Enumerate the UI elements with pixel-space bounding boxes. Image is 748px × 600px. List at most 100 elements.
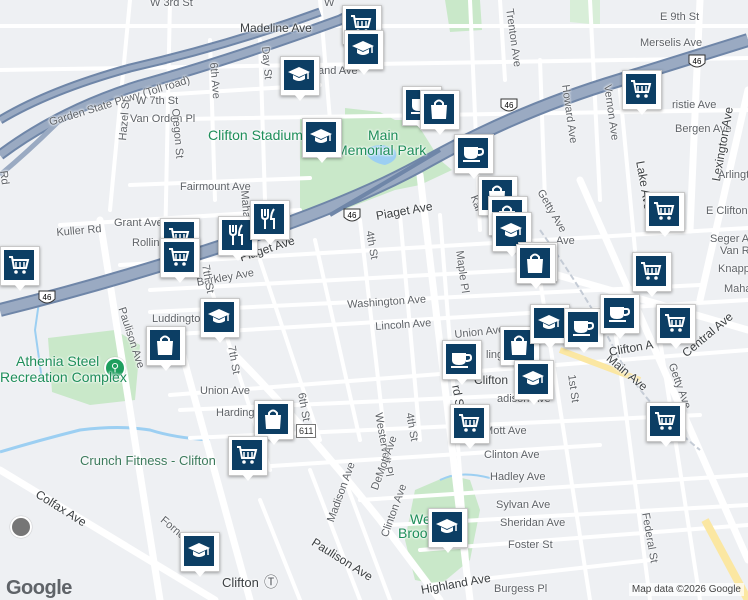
- coffee-marker[interactable]: [454, 134, 494, 180]
- cart-marker[interactable]: [622, 70, 662, 116]
- bag-marker[interactable]: [516, 244, 556, 290]
- cart-marker[interactable]: [0, 246, 40, 292]
- school-icon: [518, 364, 548, 394]
- street-label: Knapp: [718, 263, 748, 275]
- coffee-marker[interactable]: [564, 308, 604, 354]
- bag-marker[interactable]: [146, 326, 186, 372]
- svg-text:46: 46: [693, 57, 702, 66]
- street-label: 6th Ave: [207, 61, 223, 100]
- google-logo: Google: [6, 577, 72, 599]
- route-46-shield: 46: [38, 290, 56, 306]
- svg-text:46: 46: [348, 211, 357, 220]
- street-label: Van Orden Pl: [130, 113, 196, 125]
- cart-marker[interactable]: [450, 404, 490, 450]
- bag-icon: [424, 94, 454, 124]
- cart-marker[interactable]: [160, 238, 200, 284]
- school-marker[interactable]: [344, 30, 384, 76]
- street-label: Day St: [259, 45, 274, 80]
- coffee-icon: [458, 138, 488, 168]
- place-label-athenia[interactable]: Recreation Complex: [0, 370, 127, 384]
- cart-marker[interactable]: [228, 436, 268, 482]
- street-label: Merselis Ave: [640, 37, 703, 49]
- place-label-athenia[interactable]: Athenia Steel: [16, 354, 99, 368]
- coffee-icon: [568, 312, 598, 342]
- street-label: Sylvan Ave: [496, 499, 551, 511]
- place-label-park[interactable]: Memorial Park: [336, 143, 426, 157]
- school-marker[interactable]: [180, 532, 220, 578]
- restaurant-icon: [222, 220, 252, 250]
- place-pin-icon[interactable]: [10, 516, 32, 538]
- route-46-shield: 46: [500, 98, 518, 114]
- bag-icon: [520, 248, 550, 278]
- street-label: Union Ave: [200, 385, 250, 397]
- restaurant-icon: [254, 204, 284, 234]
- street-label: Arlingt: [718, 169, 748, 181]
- street-label: E Clifton: [706, 205, 748, 217]
- school-icon: [184, 536, 214, 566]
- route-611-badge: 611: [296, 424, 317, 438]
- street-label: Madeline Ave: [240, 21, 312, 35]
- street-label: W: [324, 0, 335, 9]
- route-46-shield: 46: [343, 208, 361, 224]
- street-label: ristie Ave: [672, 99, 717, 111]
- cart-icon: [636, 256, 666, 286]
- street-label: Van R: [720, 245, 748, 257]
- coffee-marker[interactable]: [442, 340, 482, 386]
- svg-text:46: 46: [43, 293, 52, 302]
- coffee-icon: [604, 298, 634, 328]
- cart-icon: [660, 308, 690, 338]
- place-label-crunch[interactable]: Crunch Fitness - Clifton: [80, 454, 216, 467]
- street-label: Rollin: [132, 237, 160, 249]
- school-icon: [432, 512, 462, 542]
- school-marker[interactable]: [514, 360, 554, 406]
- map-canvas[interactable]: 46 46 46 46 611 W 3rd St Madeline Ave Ga…: [0, 0, 748, 600]
- street-label: Sheridan Ave: [500, 517, 566, 529]
- street-label: Grant Ave: [114, 217, 163, 229]
- street-label: Hadley Ave: [490, 471, 546, 483]
- street-label: Seger Av: [710, 233, 748, 245]
- cart-marker[interactable]: [656, 304, 696, 350]
- train-station-icon[interactable]: Ⓣ: [264, 575, 278, 589]
- street-label: W 3rd St: [150, 0, 193, 9]
- street-label: E 9th St: [660, 11, 700, 23]
- cart-icon: [164, 242, 194, 272]
- street-label: Harding: [216, 407, 255, 419]
- street-label: Ave: [556, 235, 575, 247]
- street-label: Clinton Ave: [484, 449, 540, 461]
- street-label: Rd: [0, 169, 11, 186]
- street-label: W 7th St: [136, 95, 179, 107]
- route-46-shield: 46: [688, 54, 706, 70]
- cart-icon: [626, 74, 656, 104]
- cart-marker[interactable]: [645, 192, 685, 238]
- school-marker[interactable]: [428, 508, 468, 554]
- school-marker[interactable]: [280, 56, 320, 102]
- school-icon: [284, 60, 314, 90]
- cart-icon: [4, 250, 34, 280]
- school-icon: [306, 122, 336, 152]
- cart-marker[interactable]: [646, 402, 686, 448]
- svg-text:46: 46: [505, 101, 514, 110]
- bag-icon: [150, 330, 180, 360]
- cart-icon: [454, 408, 484, 438]
- restaurant-marker[interactable]: [250, 200, 290, 246]
- cart-icon: [232, 440, 262, 470]
- school-marker[interactable]: [200, 298, 240, 344]
- place-label-station[interactable]: Clifton: [222, 576, 259, 589]
- map-attribution[interactable]: Map data ©2026 Google: [628, 583, 744, 596]
- place-label-stadium[interactable]: Clifton Stadium: [208, 128, 303, 142]
- school-icon: [348, 34, 378, 64]
- coffee-icon: [446, 344, 476, 374]
- school-marker[interactable]: [302, 118, 342, 164]
- street-label: Burgess Pl: [494, 583, 548, 595]
- place-label-park[interactable]: Main: [368, 128, 398, 142]
- cart-icon: [649, 196, 679, 226]
- school-icon: [204, 302, 234, 332]
- street-label: Foster St: [508, 539, 553, 551]
- street-label: Maha: [724, 283, 748, 295]
- bag-icon: [258, 404, 288, 434]
- street-label: Luddingto: [152, 313, 201, 325]
- bag-marker[interactable]: [420, 90, 460, 136]
- coffee-marker[interactable]: [600, 294, 640, 340]
- cart-marker[interactable]: [632, 252, 672, 298]
- school-icon: [534, 308, 564, 338]
